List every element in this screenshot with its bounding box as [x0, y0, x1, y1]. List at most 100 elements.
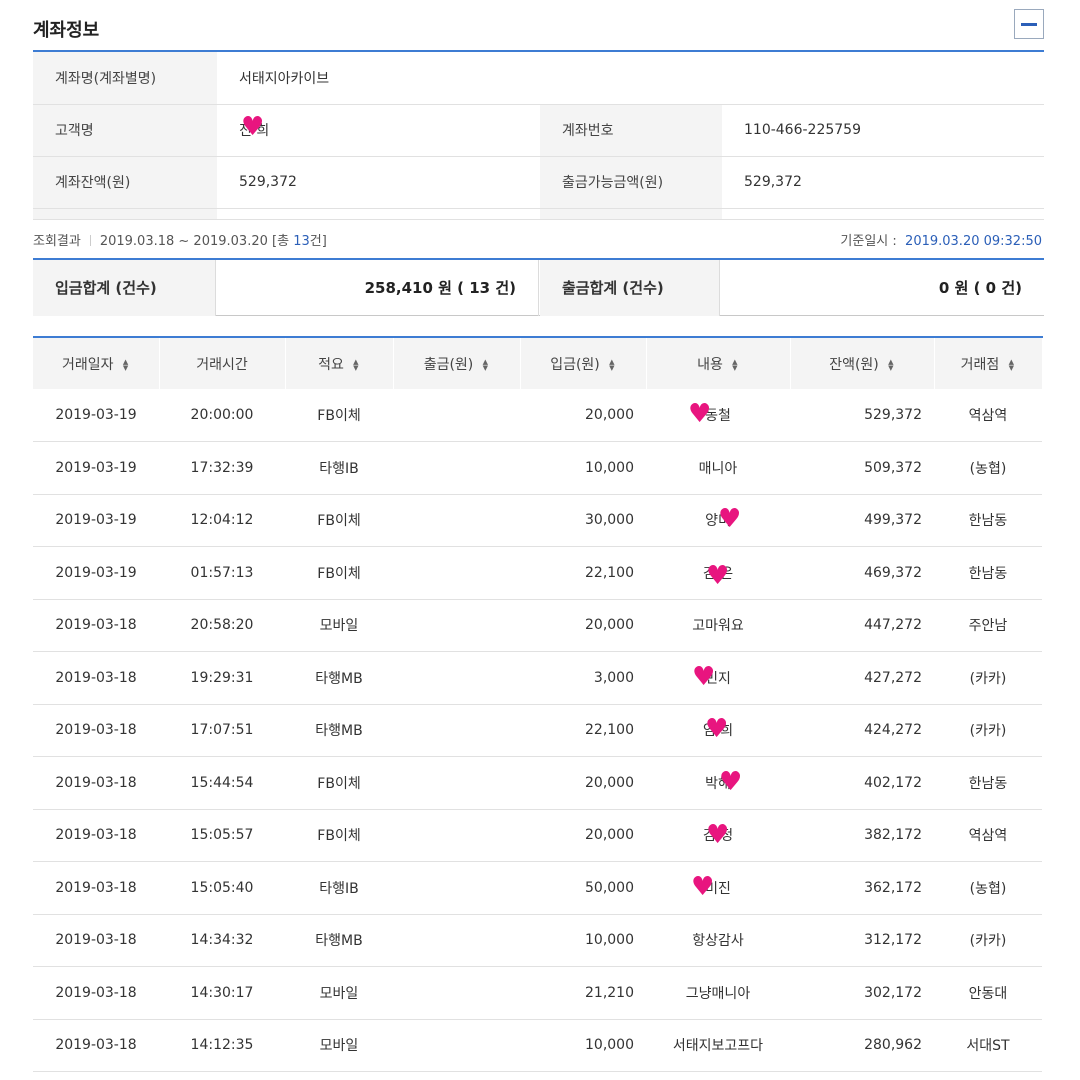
header-balance[interactable]: 잔액(원) ▲ ▼: [789, 337, 935, 389]
cell-date: 2019-03-18: [33, 1019, 159, 1072]
stub-cell: [33, 208, 217, 220]
table-row[interactable]: 2019-03-18 17:07:51 타행MB 22,100 임 희 424,272 (카…: [33, 704, 1042, 757]
base-datetime-label: 기준일시 :: [840, 234, 897, 249]
stub-cell: [722, 208, 1044, 220]
sort-icon[interactable]: ▲ ▼: [481, 358, 489, 371]
header-label: 거래점: [960, 356, 1000, 373]
account-name-value: 서태지아카이브: [217, 52, 1044, 105]
header-withdraw[interactable]: 출금(원) ▲ ▼: [392, 337, 521, 389]
table-row[interactable]: 2019-03-19 01:57:13 FB이체 22,100 김 은 469,372 한남…: [33, 546, 1042, 600]
cell-deposit: 10,000: [520, 441, 646, 495]
cell-balance: 424,272: [790, 704, 934, 757]
customer-label: 고객명: [33, 104, 217, 157]
table-header-row: 거래일자 ▲ ▼ 거래시간 적요 ▲ ▼ 출금(원) ▲ ▼ 입금(원) ▲ ▼ 내용 ▲ ▼ 잔액…: [33, 337, 1043, 389]
cell-date: 2019-03-18: [33, 809, 159, 862]
account-number-label: 계좌번호: [540, 104, 722, 157]
withdrawable-value: 529,372: [722, 156, 1044, 209]
table-row[interactable]: 2019-03-19 17:32:39 타행IB 10,000 매니아 509,372 (농…: [33, 441, 1042, 495]
heart-sticker-icon: ♥: [719, 767, 743, 797]
table-row[interactable]: 2019-03-19 20:00:00 FB이체 20,000 동철 529,372 역삼역: [33, 389, 1042, 442]
header-time: 거래시간: [158, 337, 286, 389]
cell-date: 2019-03-19: [33, 546, 159, 600]
table-row[interactable]: 2019-03-18 20:58:20 모바일 20,000 고마워요 447,272 주안…: [33, 599, 1042, 652]
result-count-suffix: 건]: [309, 234, 327, 249]
table-row[interactable]: 2019-03-19 12:04:12 FB이체 30,000 양미 499,372 한남동: [33, 494, 1042, 547]
cell-time: 15:05:57: [159, 809, 285, 862]
cell-date: 2019-03-18: [33, 651, 159, 705]
heart-sticker-icon: ♥: [688, 399, 712, 429]
sort-icon[interactable]: ▲ ▼: [122, 358, 130, 371]
cell-date: 2019-03-18: [33, 599, 159, 652]
cell-deposit: 10,000: [520, 1019, 646, 1072]
header-content[interactable]: 내용 ▲ ▼: [645, 337, 791, 389]
cell-memo: 타행IB: [285, 861, 393, 915]
deposit-total-label: 입금합계 (건수): [33, 260, 216, 316]
sort-icon[interactable]: ▲ ▼: [887, 358, 895, 371]
section-title: 계좌정보: [33, 20, 100, 41]
cell-time: 17:32:39: [159, 441, 285, 495]
cell-deposit: 20,000: [520, 599, 646, 652]
cell-content: 동철: [646, 389, 790, 442]
cell-memo: 모바일: [285, 966, 393, 1020]
header-label: 내용: [697, 356, 723, 373]
cell-withdraw: [393, 914, 520, 967]
cell-balance: 509,372: [790, 441, 934, 495]
cell-withdraw: [393, 599, 520, 652]
cell-content: 매니아: [646, 441, 790, 495]
cell-balance: 362,172: [790, 861, 934, 915]
cell-branch: (카카): [934, 914, 1042, 967]
cell-memo: FB이체: [285, 494, 393, 547]
table-row[interactable]: 2019-03-18 19:29:31 타행MB 3,000 민지 427,272 (카카): [33, 651, 1042, 705]
cell-branch: 주안남: [934, 599, 1042, 652]
table-row[interactable]: 2019-03-18 15:05:40 타행IB 50,000 미진 362,172 (농협…: [33, 861, 1042, 915]
table-row[interactable]: 2019-03-18 14:30:17 모바일 21,210 그냥매니아 302,172 안…: [33, 966, 1042, 1020]
cell-date: 2019-03-19: [33, 389, 159, 442]
cell-balance: 312,172: [790, 914, 934, 967]
cell-deposit: 30,000: [520, 494, 646, 547]
cell-withdraw: [393, 494, 520, 547]
header-date[interactable]: 거래일자 ▲ ▼: [33, 337, 160, 389]
cell-withdraw: [393, 756, 520, 810]
header-deposit[interactable]: 입금(원) ▲ ▼: [519, 337, 647, 389]
base-datetime-value: 2019.03.20 09:32:50: [905, 234, 1042, 249]
cell-time: 14:34:32: [159, 914, 285, 967]
header-label: 출금(원): [423, 356, 474, 373]
balance-value: 529,372: [217, 156, 540, 209]
sort-icon[interactable]: ▲ ▼: [608, 358, 616, 371]
cell-balance: 302,172: [790, 966, 934, 1020]
result-summary: 조회결과 2019.03.18 ~ 2019.03.20 [총 13건]: [33, 230, 327, 249]
header-memo[interactable]: 적요 ▲ ▼: [284, 337, 394, 389]
header-branch[interactable]: 거래점 ▲ ▼: [933, 337, 1043, 389]
cell-deposit: 50,000: [520, 861, 646, 915]
table-row[interactable]: 2019-03-18 14:12:35 모바일 10,000 서태지보고프다 280,96…: [33, 1019, 1042, 1072]
sort-icon[interactable]: ▲ ▼: [731, 358, 739, 371]
account-info-table: 계좌명(계좌별명) 서태지아카이브 고객명 진 희 계좌번호 110-466-2…: [33, 52, 1044, 220]
cell-branch: (농협): [934, 441, 1042, 495]
cell-deposit: 3,000: [520, 651, 646, 705]
cell-memo: FB이체: [285, 809, 393, 862]
cell-time: 14:12:35: [159, 1019, 285, 1072]
sort-icon[interactable]: ▲ ▼: [352, 358, 360, 371]
table-row[interactable]: 2019-03-18 15:05:57 FB이체 20,000 김 정 382,172 역삼…: [33, 809, 1042, 862]
cell-date: 2019-03-18: [33, 756, 159, 810]
section-header: 계좌정보: [33, 0, 1044, 52]
transactions-body: 2019-03-19 20:00:00 FB이체 20,000 동철 529,372 역삼역…: [33, 389, 1042, 1072]
cell-memo: 타행MB: [285, 914, 393, 967]
cell-content: 항상감사: [646, 914, 790, 967]
table-row[interactable]: 2019-03-18 15:44:54 FB이체 20,000 박해 402,172 한남동: [33, 756, 1042, 810]
cell-memo: 모바일: [285, 599, 393, 652]
account-number-value: 110-466-225759: [722, 104, 1044, 157]
cell-branch: (농협): [934, 861, 1042, 915]
collapse-button[interactable]: [1014, 9, 1044, 39]
sort-icon[interactable]: ▲ ▼: [1007, 358, 1015, 371]
cell-memo: 타행MB: [285, 651, 393, 705]
result-period: 2019.03.18 ~ 2019.03.20: [99, 234, 268, 249]
table-row[interactable]: 2019-03-18 14:34:32 타행MB 10,000 항상감사 312,172(…: [33, 914, 1042, 967]
cell-time: 20:58:20: [159, 599, 285, 652]
cell-balance: 529,372: [790, 389, 934, 442]
cell-date: 2019-03-18: [33, 914, 159, 967]
cell-deposit: 10,000: [520, 914, 646, 967]
cell-content: 민지: [646, 651, 790, 705]
cell-withdraw: [393, 1019, 520, 1072]
withdraw-total-value: 0 원 ( 0 건): [938, 279, 1022, 297]
